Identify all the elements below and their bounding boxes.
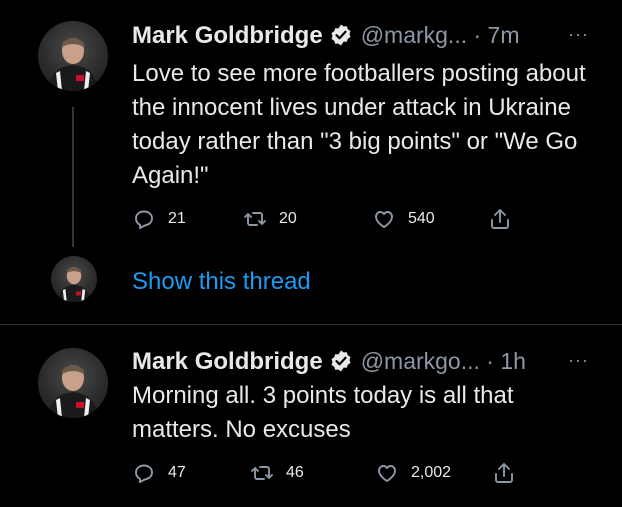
reply-count: 21	[168, 210, 186, 227]
like-count: 540	[408, 210, 435, 227]
retweet-icon	[251, 466, 273, 480]
heart-icon	[375, 211, 393, 228]
share-button[interactable]	[492, 461, 516, 485]
retweet-icon	[244, 212, 266, 226]
tweet-header: Mark Goldbridge @markgo... · 1h	[132, 345, 526, 376]
retweet-count: 46	[286, 464, 304, 481]
author-name[interactable]: Mark Goldbridge	[132, 348, 323, 376]
show-thread-link[interactable]: Show this thread	[132, 268, 311, 296]
reply-button[interactable]: 47	[132, 461, 186, 485]
like-button[interactable]: 540	[372, 207, 435, 231]
retweet-button[interactable]: 46	[250, 461, 304, 485]
tweet-text: Love to see more footballers posting abo…	[132, 60, 586, 189]
author-handle-time[interactable]: @markg... · 7m	[361, 22, 520, 49]
verified-badge-icon	[329, 349, 353, 373]
thread-connector-line	[72, 107, 74, 247]
verified-badge-icon	[329, 23, 353, 47]
avatar[interactable]	[38, 21, 108, 91]
reply-count: 47	[168, 464, 186, 481]
share-button[interactable]	[488, 207, 512, 231]
like-count: 2,002	[411, 464, 452, 481]
retweet-button[interactable]: 20	[243, 207, 297, 231]
reply-icon	[135, 210, 153, 229]
avatar[interactable]	[38, 348, 108, 418]
share-icon	[491, 209, 509, 229]
heart-icon	[378, 465, 396, 482]
tweet-header: Mark Goldbridge @markg... · 7m	[132, 19, 520, 50]
tweet-text: Morning all. 3 points today is all that …	[132, 382, 514, 443]
author-name[interactable]: Mark Goldbridge	[132, 22, 323, 50]
more-icon[interactable]: ···	[568, 24, 589, 45]
share-icon	[495, 463, 513, 483]
reply-button[interactable]: 21	[132, 207, 186, 231]
retweet-count: 20	[279, 210, 297, 227]
more-icon[interactable]: ···	[568, 350, 589, 371]
tweet-divider	[0, 324, 622, 325]
author-handle-time[interactable]: @markgo... · 1h	[361, 348, 526, 375]
reply-icon	[135, 464, 153, 483]
avatar-small[interactable]	[51, 256, 97, 302]
like-button[interactable]: 2,002	[375, 461, 451, 485]
